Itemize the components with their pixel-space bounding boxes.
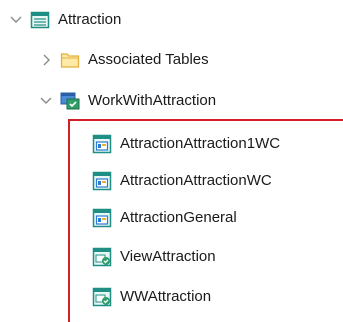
workwith-pattern-icon xyxy=(60,91,80,111)
chevron-down-icon[interactable] xyxy=(38,93,54,109)
tree-node-label: WorkWithAttraction xyxy=(88,92,217,109)
tree-node-web-component[interactable]: AttractionAttraction1WC xyxy=(92,131,280,157)
tree-node-web-panel[interactable]: WWAttraction xyxy=(92,284,211,310)
chevron-right-icon[interactable] xyxy=(38,52,54,68)
tree-node-attraction[interactable]: Attraction xyxy=(8,7,121,33)
tree-node-web-component[interactable]: AttractionAttractionWC xyxy=(92,168,272,194)
tree-node-label: WWAttraction xyxy=(120,288,212,305)
folder-icon xyxy=(60,50,80,70)
tree-node-label: Attraction xyxy=(58,11,122,28)
web-panel-icon xyxy=(92,287,112,307)
tree-node-workwith-attraction[interactable]: WorkWithAttraction xyxy=(38,88,216,114)
tree-node-web-panel[interactable]: ViewAttraction xyxy=(92,244,216,270)
web-panel-icon xyxy=(92,247,112,267)
tree-node-web-component[interactable]: AttractionGeneral xyxy=(92,205,237,231)
chevron-down-icon[interactable] xyxy=(8,12,24,28)
web-component-icon xyxy=(92,134,112,154)
tree-node-label: ViewAttraction xyxy=(120,248,216,265)
web-component-icon xyxy=(92,171,112,191)
table-icon xyxy=(30,10,50,30)
tree-node-label: AttractionAttractionWC xyxy=(120,172,272,189)
tree-node-label: AttractionGeneral xyxy=(120,209,237,226)
tree-node-label: AttractionAttraction1WC xyxy=(120,135,281,152)
web-component-icon xyxy=(92,208,112,228)
tree-node-label: Associated Tables xyxy=(88,51,209,68)
tree-node-associated-tables[interactable]: Associated Tables xyxy=(38,47,209,73)
